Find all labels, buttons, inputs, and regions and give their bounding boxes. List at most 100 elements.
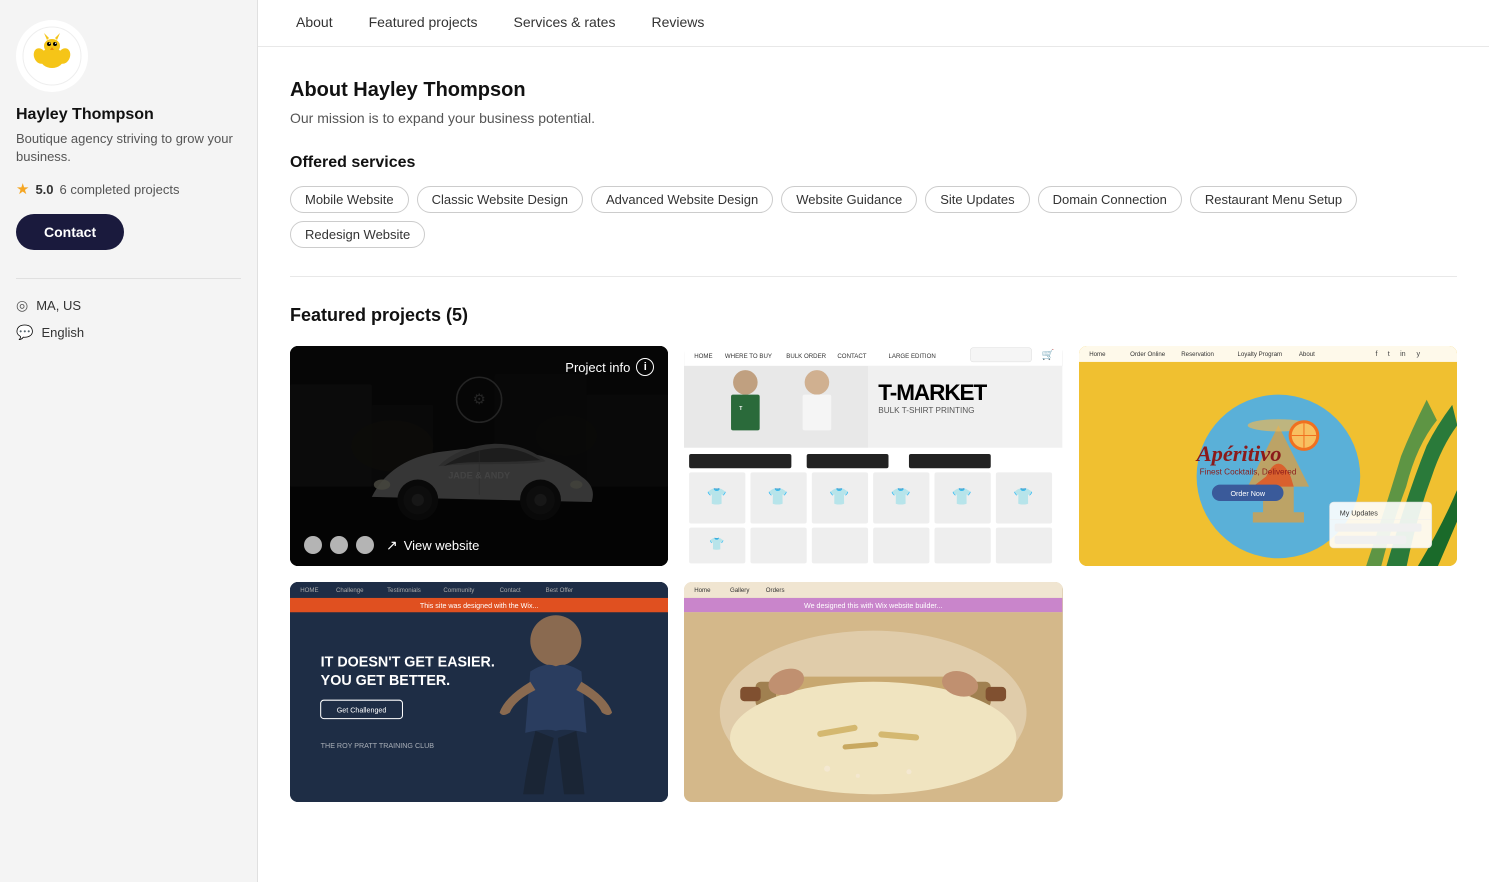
project-card-fitness[interactable]: HOME Challenge Testimonials Community Co… bbox=[290, 582, 668, 802]
nav-services-rates[interactable]: Services & rates bbox=[496, 0, 634, 46]
project-info-top: Project info i bbox=[304, 358, 654, 376]
rating-value: 5.0 bbox=[35, 182, 53, 197]
nav-reviews[interactable]: Reviews bbox=[633, 0, 722, 46]
offered-services-heading: Offered services bbox=[290, 154, 1457, 172]
logo-container bbox=[16, 20, 88, 92]
svg-text:👕: 👕 bbox=[830, 488, 850, 506]
speech-bubble-icon: 💬 bbox=[16, 324, 33, 341]
project-card-pasta[interactable]: Home Gallery Orders We designed this wit… bbox=[684, 582, 1062, 802]
svg-text:👕: 👕 bbox=[707, 488, 727, 506]
tag-restaurant-menu: Restaurant Menu Setup bbox=[1190, 186, 1357, 213]
svg-text:👕: 👕 bbox=[709, 537, 724, 551]
projects-grid: JADE & ANDY ⚙ Project info i bbox=[290, 346, 1457, 802]
about-subtitle: Our mission is to expand your business p… bbox=[290, 110, 1457, 126]
location-icon: ◎ bbox=[16, 297, 28, 314]
tag-redesign-website: Redesign Website bbox=[290, 221, 425, 248]
svg-text:Order Now: Order Now bbox=[1230, 490, 1265, 498]
svg-text:THE ROY PRATT TRAINING CLUB: THE ROY PRATT TRAINING CLUB bbox=[321, 742, 435, 750]
svg-text:LARGE EDITION: LARGE EDITION bbox=[889, 353, 936, 360]
svg-text:Reservation: Reservation bbox=[1181, 351, 1214, 358]
svg-text:Community: Community bbox=[443, 587, 475, 594]
card-bottom: ↗ View website bbox=[304, 536, 654, 554]
svg-text:Contact: Contact bbox=[500, 587, 521, 594]
location-text: MA, US bbox=[36, 298, 81, 313]
svg-text:Home: Home bbox=[695, 587, 712, 594]
tmarket-bg-image: HOME WHERE TO BUY BULK ORDER CONTACT LAR… bbox=[684, 346, 1062, 566]
svg-text:in: in bbox=[1400, 350, 1406, 358]
project-card-aperitivo[interactable]: Home Order Online Reservation Loyalty Pr… bbox=[1079, 346, 1457, 566]
rating-container: ★ 5.0 6 completed projects bbox=[16, 180, 241, 198]
svg-text:BULK ORDER: BULK ORDER bbox=[787, 353, 827, 360]
svg-text:Gallery: Gallery bbox=[730, 587, 750, 594]
top-nav: About Featured projects Services & rates… bbox=[258, 0, 1489, 47]
svg-text:Orders: Orders bbox=[766, 587, 785, 594]
view-website-label: View website bbox=[404, 538, 480, 553]
profile-name: Hayley Thompson bbox=[16, 106, 241, 124]
wix-logo-icon bbox=[22, 26, 82, 86]
svg-text:Get Challenged: Get Challenged bbox=[337, 706, 387, 714]
language-text: English bbox=[41, 325, 84, 340]
svg-text:BULK T-SHIRT PRINTING: BULK T-SHIRT PRINTING bbox=[879, 406, 975, 415]
svg-text:CONTACT: CONTACT bbox=[838, 353, 867, 360]
svg-text:WHERE TO BUY: WHERE TO BUY bbox=[725, 353, 772, 360]
svg-text:Finest Cocktails, Delivered: Finest Cocktails, Delivered bbox=[1199, 467, 1296, 476]
nav-featured-projects[interactable]: Featured projects bbox=[351, 0, 496, 46]
svg-text:👕: 👕 bbox=[1014, 488, 1034, 506]
aperitivo-bg-image: Home Order Online Reservation Loyalty Pr… bbox=[1079, 346, 1457, 566]
tag-advanced-website: Advanced Website Design bbox=[591, 186, 773, 213]
svg-text:Order Online: Order Online bbox=[1130, 351, 1166, 358]
svg-text:About: About bbox=[1299, 351, 1315, 358]
svg-text:👕: 👕 bbox=[952, 488, 972, 506]
svg-text:t: t bbox=[1387, 350, 1389, 358]
language-item: 💬 English bbox=[16, 324, 241, 341]
sidebar-meta: ◎ MA, US 💬 English bbox=[16, 297, 241, 341]
main-content: About Featured projects Services & rates… bbox=[258, 0, 1489, 882]
fitness-bg-image: HOME Challenge Testimonials Community Co… bbox=[290, 582, 668, 802]
svg-text:Challenge: Challenge bbox=[336, 587, 364, 594]
svg-text:This site was designed with th: This site was designed with the Wix... bbox=[420, 602, 539, 610]
social-icons bbox=[304, 536, 374, 554]
view-website-link[interactable]: ↗ View website bbox=[386, 537, 479, 554]
svg-text:YOU GET BETTER.: YOU GET BETTER. bbox=[321, 673, 450, 689]
project-card-tmarket[interactable]: HOME WHERE TO BUY BULK ORDER CONTACT LAR… bbox=[684, 346, 1062, 566]
svg-text:Apéritivo: Apéritivo bbox=[1194, 441, 1281, 466]
svg-text:IT DOESN'T GET EASIER.: IT DOESN'T GET EASIER. bbox=[321, 654, 495, 670]
svg-text:HOME: HOME bbox=[300, 587, 318, 594]
tag-classic-website: Classic Website Design bbox=[417, 186, 583, 213]
svg-text:We designed this with Wix webs: We designed this with Wix website builde… bbox=[804, 602, 942, 610]
svg-text:HOME: HOME bbox=[695, 353, 713, 360]
completed-projects: 6 completed projects bbox=[60, 182, 180, 197]
svg-text:Best Offer: Best Offer bbox=[546, 587, 573, 594]
svg-text:🛒: 🛒 bbox=[1042, 348, 1055, 361]
content-area: About Hayley Thompson Our mission is to … bbox=[258, 47, 1489, 842]
pasta-bg-image: Home Gallery Orders We designed this wit… bbox=[684, 582, 1062, 802]
tag-website-guidance: Website Guidance bbox=[781, 186, 917, 213]
location-item: ◎ MA, US bbox=[16, 297, 241, 314]
project-info-label: Project info bbox=[565, 360, 630, 375]
sidebar-divider bbox=[16, 278, 241, 279]
svg-text:T-MARKET: T-MARKET bbox=[879, 380, 988, 405]
svg-text:y: y bbox=[1416, 350, 1420, 358]
external-link-icon: ↗ bbox=[386, 537, 398, 554]
sidebar: Hayley Thompson Boutique agency striving… bbox=[0, 0, 258, 882]
section-divider bbox=[290, 276, 1457, 277]
tag-mobile-website: Mobile Website bbox=[290, 186, 409, 213]
social-icon-1 bbox=[304, 536, 322, 554]
svg-text:Testimonials: Testimonials bbox=[387, 587, 421, 594]
tag-site-updates: Site Updates bbox=[925, 186, 1029, 213]
svg-text:My Updates: My Updates bbox=[1339, 509, 1378, 517]
contact-button[interactable]: Contact bbox=[16, 214, 124, 250]
svg-text:👕: 👕 bbox=[768, 488, 788, 506]
tag-domain-connection: Domain Connection bbox=[1038, 186, 1182, 213]
social-icon-2 bbox=[330, 536, 348, 554]
project-card-jade-andy[interactable]: JADE & ANDY ⚙ Project info i bbox=[290, 346, 668, 566]
jade-andy-overlay: Project info i ↗ View website bbox=[290, 346, 668, 566]
services-tags: Mobile Website Classic Website Design Ad… bbox=[290, 186, 1457, 248]
svg-text:Loyalty Program: Loyalty Program bbox=[1237, 351, 1282, 358]
info-icon: i bbox=[636, 358, 654, 376]
nav-about[interactable]: About bbox=[278, 0, 351, 46]
about-title: About Hayley Thompson bbox=[290, 79, 1457, 102]
svg-text:Home: Home bbox=[1089, 351, 1106, 358]
featured-heading: Featured projects (5) bbox=[290, 305, 1457, 326]
svg-text:👕: 👕 bbox=[891, 488, 911, 506]
